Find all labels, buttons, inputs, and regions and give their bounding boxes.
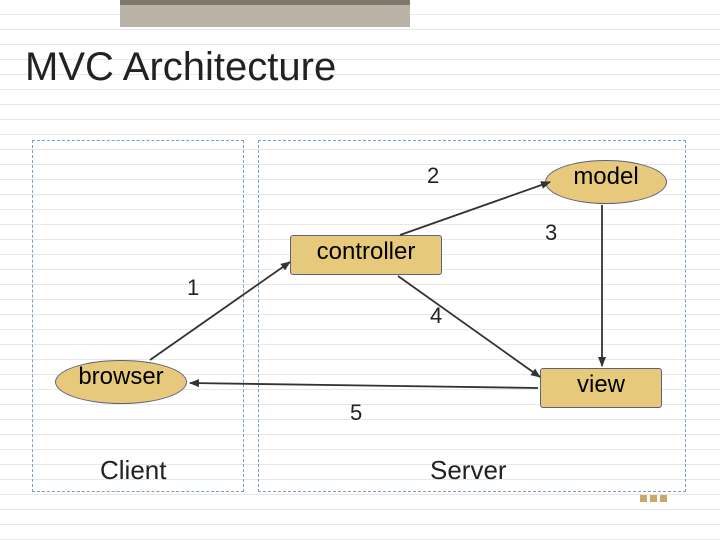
model-node-label: model	[573, 164, 638, 190]
edge-label-5: 5	[350, 400, 362, 426]
model-node: model	[545, 160, 667, 204]
view-node: view	[540, 368, 662, 408]
view-node-label: view	[577, 372, 625, 398]
controller-node-label: controller	[317, 239, 416, 265]
client-label: Client	[100, 455, 166, 486]
edge-label-1: 1	[187, 275, 199, 301]
decorative-top-bar	[120, 0, 410, 27]
browser-node: browser	[55, 360, 187, 404]
client-region	[32, 140, 244, 492]
server-label: Server	[430, 455, 507, 486]
page-title: MVC Architecture	[25, 45, 336, 90]
edge-label-4: 4	[430, 303, 442, 329]
edge-label-2: 2	[427, 163, 439, 189]
accent-squares-icon	[640, 495, 667, 502]
browser-node-label: browser	[78, 364, 163, 390]
controller-node: controller	[290, 235, 442, 275]
edge-label-3: 3	[545, 220, 557, 246]
